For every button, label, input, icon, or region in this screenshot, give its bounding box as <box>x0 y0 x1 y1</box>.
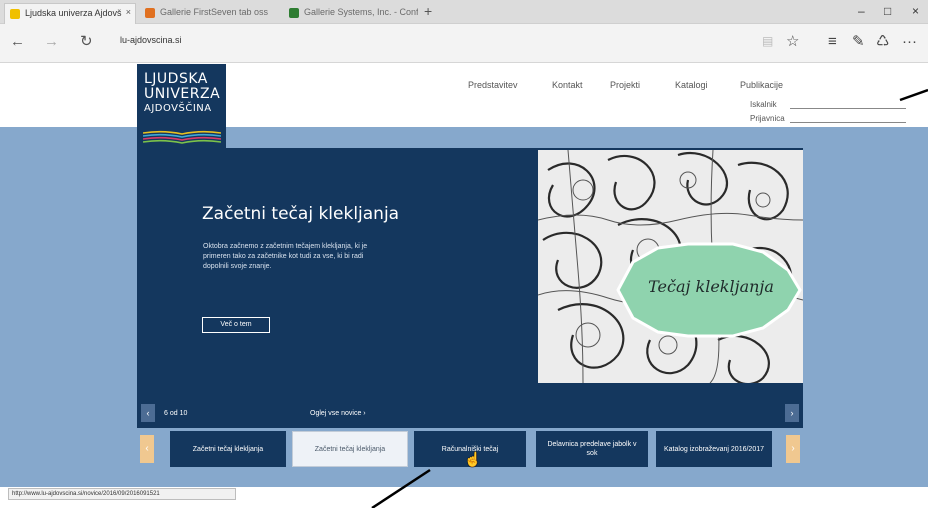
login-label: Prijavnica <box>750 114 785 123</box>
tab-gallerie-firstseven[interactable]: Gallerie FirstSeven tab oss <box>140 3 282 24</box>
screenshot: Ljudska univerza Ajdovš × Gallerie First… <box>0 0 928 508</box>
nav-item-projekti[interactable]: Projekti <box>610 80 640 90</box>
search-input[interactable] <box>790 108 906 109</box>
share-icon[interactable]: ♺ <box>876 33 889 50</box>
back-icon[interactable]: ← <box>10 34 25 50</box>
tab-title: Gallerie Systems, Inc. - Conf <box>304 7 418 17</box>
slide-image[interactable]: Tečaj klekljanja <box>538 150 803 383</box>
forward-icon[interactable]: → <box>44 34 59 50</box>
close-tab-icon[interactable]: × <box>126 7 131 17</box>
slider-controls <box>137 402 803 424</box>
slide-counter: 6 od 10 <box>164 410 188 417</box>
status-bar-url: http://www.lu-ajdovscina.si/novice/2016/… <box>8 488 236 500</box>
favicon-icon <box>10 9 20 19</box>
lace-pattern-image <box>538 150 803 383</box>
reading-view-icon[interactable]: ▤ <box>762 33 773 50</box>
more-button[interactable]: Več o tem <box>202 317 270 333</box>
slider-next-icon[interactable]: › <box>785 404 799 422</box>
thumb-item-1[interactable]: Začetni tečaj klekljanja <box>170 431 286 467</box>
nav-item-predstavitev[interactable]: Predstavitev <box>468 80 518 90</box>
thumbs-prev-icon[interactable]: ‹ <box>140 435 154 463</box>
logo-line-1: LJUDSKA <box>144 71 208 87</box>
logo-line-3: AJDOVŠČINA <box>144 103 212 114</box>
new-tab-icon[interactable]: + <box>424 3 432 19</box>
web-note-icon[interactable]: ✎ <box>852 33 865 50</box>
login-input[interactable] <box>790 122 906 123</box>
slider-prev-icon[interactable]: ‹ <box>141 404 155 422</box>
thumb-item-4[interactable]: Delavnica predelave jabolk v sok <box>536 431 648 467</box>
book-stripes-icon <box>143 130 221 144</box>
maximize-icon[interactable]: □ <box>884 4 891 18</box>
browser-address-bar: ← → ↻ lu-ajdovscina.si ▤ ☆ ≡ ✎ ♺ ··· <box>0 24 928 63</box>
logo-line-2: UNIVERZA <box>144 86 221 102</box>
search-label: Iskalnik <box>750 100 777 109</box>
tab-title: Ljudska univerza Ajdovš <box>25 8 122 18</box>
favicon-icon <box>289 8 299 18</box>
browser-tab-bar: Ljudska univerza Ajdovš × Gallerie First… <box>0 0 928 24</box>
site-logo[interactable]: LJUDSKA UNIVERZA AJDOVŠČINA <box>137 64 226 150</box>
slide-description: Oktobra začnemo z začetnim tečajem klekl… <box>203 243 368 270</box>
more-icon[interactable]: ··· <box>902 33 917 50</box>
tab-gallerie-systems[interactable]: Gallerie Systems, Inc. - Conf <box>284 3 418 24</box>
tab-title: Gallerie FirstSeven tab oss <box>160 7 269 17</box>
thumb-item-2[interactable]: Začetni tečaj klekljanja <box>292 431 408 467</box>
favicon-icon <box>145 8 155 18</box>
close-window-icon[interactable]: × <box>912 4 919 18</box>
minimize-icon[interactable]: – <box>858 4 865 18</box>
nav-item-publikacije[interactable]: Publikacije <box>740 80 783 90</box>
view-all-link[interactable]: Oglej vse novice › <box>310 410 366 417</box>
thumbs-next-icon[interactable]: › <box>786 435 800 463</box>
nav-item-kontakt[interactable]: Kontakt <box>552 80 583 90</box>
tab-ljudska-univerza[interactable]: Ljudska univerza Ajdovš × <box>4 3 136 24</box>
favorite-star-icon[interactable]: ☆ <box>786 33 799 50</box>
image-badge-text: Tečaj klekljanja <box>648 277 774 296</box>
hub-icon[interactable]: ≡ <box>828 33 837 50</box>
hand-cursor-icon: ☝ <box>464 451 482 467</box>
slide-title: Začetni tečaj klekljanja <box>202 204 400 224</box>
thumb-item-5[interactable]: Katalog izobraževanj 2016/2017 <box>656 431 772 467</box>
nav-item-katalogi[interactable]: Katalogi <box>675 80 708 90</box>
refresh-icon[interactable]: ↻ <box>80 34 93 50</box>
url-input[interactable]: lu-ajdovscina.si <box>120 35 182 45</box>
